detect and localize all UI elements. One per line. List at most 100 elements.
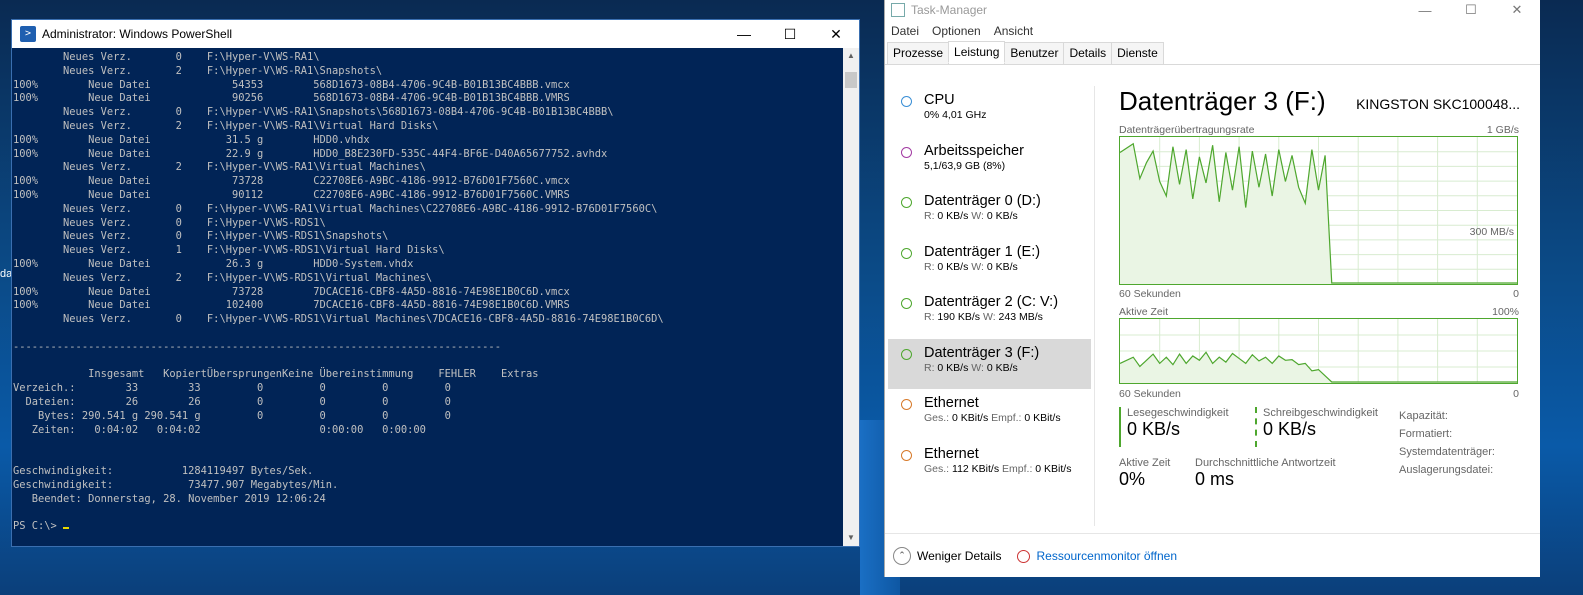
maximize-button[interactable]: ☐	[767, 20, 813, 48]
tab-details[interactable]: Details	[1063, 42, 1113, 64]
prop-capacity: Kapazität:	[1399, 410, 1448, 422]
powershell-titlebar[interactable]: > Administrator: Windows PowerShell — ☐ …	[12, 20, 859, 48]
console-line: Neues Verz. 2 F:\Hyper-V\WS-RA1\Virtual …	[13, 161, 426, 174]
sidebar-item-detail: 0% 4,01 GHz	[924, 109, 987, 121]
graph1-header: Datenträgerübertragungsrate 1 GB/s	[1119, 124, 1519, 136]
powershell-window[interactable]: > Administrator: Windows PowerShell — ☐ …	[11, 19, 860, 547]
active-time-block: Aktive Zeit 0%	[1119, 457, 1170, 490]
console-line: Beendet: Donnerstag, 28. November 2019 1…	[13, 492, 326, 505]
resource-monitor-icon[interactable]	[1017, 549, 1031, 563]
sidebar-item-datentr-ger-3-f[interactable]: Datenträger 3 (F:) R: 0 KB/s W: 0 KB/s	[888, 338, 1091, 389]
console-output[interactable]: Neues Verz. 0 F:\Hyper-V\WS-RA1\ Neues V…	[12, 48, 844, 546]
task-manager-icon	[891, 3, 905, 17]
response-time-block: Durchschnittliche Antwortzeit 0 ms	[1195, 457, 1336, 490]
response-time-value: 0 ms	[1195, 469, 1235, 489]
sidebar-item-datentr-ger-1-e[interactable]: Datenträger 1 (E:) R: 0 KB/s W: 0 KB/s	[888, 238, 1091, 289]
less-details-link[interactable]: Weniger Details	[917, 549, 1001, 563]
disk-properties: Kapazität: Formatiert: Systemdatenträger…	[1399, 407, 1495, 479]
console-text: Neues Verz. 0 F:\Hyper-V\WS-RA1\ Neues V…	[12, 48, 844, 537]
graph2-label: Aktive Zeit	[1119, 306, 1169, 318]
console-line: 100% Neue Datei 54353 568D1673-08B4-4706…	[13, 78, 570, 91]
tm-close-button[interactable]: ✕	[1494, 2, 1540, 17]
powershell-icon: >	[20, 26, 36, 42]
console-line: 100% Neue Datei 102400 7DCACE16-CBF8-4A5…	[13, 299, 570, 312]
tm-maximize-button[interactable]: ☐	[1448, 2, 1494, 17]
console-line: Bytes: 290.541 g 290.541 g 0 0 0 0	[13, 409, 451, 422]
console-line: Neues Verz. 2 F:\Hyper-V\WS-RA1\Virtual …	[13, 119, 439, 132]
sidebar-item-detail: R: 0 KB/s W: 0 KB/s	[924, 361, 1018, 374]
console-scrollbar[interactable]: ▲ ▼	[843, 48, 859, 546]
response-time-label: Durchschnittliche Antwortzeit	[1195, 457, 1336, 469]
menu-datei[interactable]: Datei	[891, 24, 919, 38]
chevron-up-icon[interactable]: ⌃	[893, 547, 911, 565]
disk-stats: Lesegeschwindigkeit 0 KB/s Schreibgeschw…	[1119, 407, 1519, 517]
graph2-x-right: 0	[1513, 388, 1519, 400]
read-speed-value: 0 KB/s	[1127, 419, 1181, 439]
write-speed-label: Schreibgeschwindigkeit	[1263, 407, 1378, 419]
status-ring-icon	[901, 449, 912, 461]
close-button[interactable]: ✕	[813, 20, 859, 48]
sidebar-item-label: Datenträger 0 (D:)	[924, 193, 1041, 209]
console-line: Neues Verz. 0 F:\Hyper-V\WS-RDS1\Virtual…	[13, 313, 664, 326]
status-ring-icon	[901, 298, 912, 309]
menu-ansicht[interactable]: Ansicht	[994, 24, 1033, 38]
text-cursor	[63, 527, 70, 530]
console-line: 100% Neue Datei 22.9 g HDD0_B8E230FD-535…	[13, 147, 608, 160]
write-speed-value: 0 KB/s	[1263, 419, 1317, 439]
task-manager-titlebar[interactable]: Task-Manager — ☐ ✕	[885, 0, 1540, 20]
menu-optionen[interactable]: Optionen	[932, 24, 981, 38]
read-speed-label: Lesegeschwindigkeit	[1127, 407, 1229, 419]
graph1-mid-label: 300 MB/s	[1469, 226, 1514, 238]
console-line: Dateien: 26 26 0 0 0 0	[13, 395, 451, 408]
active-time-graph	[1119, 318, 1518, 384]
powershell-title: Administrator: Windows PowerShell	[42, 27, 233, 41]
tab-prozesse[interactable]: Prozesse	[887, 42, 950, 64]
scrollbar-thumb[interactable]	[845, 72, 857, 88]
sidebar-item-cpu[interactable]: CPU 0% 4,01 GHz	[888, 86, 1091, 137]
console-line: 100% Neue Datei 31.5 g HDD0.vhdx	[13, 133, 370, 146]
task-manager-title: Task-Manager	[911, 3, 988, 17]
status-ring-icon	[901, 348, 912, 360]
graph1-max: 1 GB/s	[1486, 124, 1519, 136]
console-line: 100% Neue Datei 73728 C22708E6-A9BC-4186…	[13, 175, 570, 188]
performance-panel: CPU 0% 4,01 GHz Arbeitsspeicher 5,1/63,9 GB…	[885, 86, 1540, 531]
console-line: Geschwindigkeit: 73477.907 Megabytes/Min…	[13, 478, 339, 491]
sidebar-item-datentr-ger-0-d[interactable]: Datenträger 0 (D:) R: 0 KB/s W: 0 KB/s	[888, 187, 1091, 238]
sidebar-item-datentr-ger-2-c-v[interactable]: Datenträger 2 (C: V:) R: 190 KB/s W: 243 …	[888, 288, 1091, 339]
console-line: Insgesamt KopiertÜbersprungenKeine Übere…	[13, 368, 539, 381]
prop-system-disk: Systemdatenträger:	[1399, 446, 1495, 458]
tm-minimize-button[interactable]: —	[1402, 3, 1448, 18]
transfer-rate-chart	[1120, 137, 1517, 284]
console-line: 100% Neue Datei 90112 C22708E6-A9BC-4186…	[13, 188, 570, 201]
tab-dienste[interactable]: Dienste	[1111, 42, 1164, 64]
console-line: 100% Neue Datei 73728 7DCACE16-CBF8-4A5D…	[13, 285, 570, 298]
sidebar-item-detail: R: 0 KB/s W: 0 KB/s	[924, 210, 1018, 222]
scroll-down-icon[interactable]: ▼	[843, 530, 859, 546]
graph2-header: Aktive Zeit 100%	[1119, 306, 1519, 318]
task-manager-window[interactable]: Task-Manager — ☐ ✕ Datei Optionen Ansich…	[884, 0, 1540, 577]
console-line: Neues Verz. 0 F:\Hyper-V\WS-RA1\Virtual …	[13, 202, 658, 215]
sidebar-item-detail: R: 0 KB/s W: 0 KB/s	[924, 260, 1018, 273]
console-line: Geschwindigkeit: 1284119497 Bytes/Sek.	[13, 464, 314, 477]
console-line: Zeiten: 0:04:02 0:04:02 0:00:00 0:00:00	[13, 423, 426, 436]
sidebar-item-detail: R: 190 KB/s W: 243 MB/s	[924, 311, 1043, 323]
resource-monitor-link[interactable]: Ressourcenmonitor öffnen	[1036, 549, 1177, 563]
resource-sidebar: CPU 0% 4,01 GHz Arbeitsspeicher 5,1/63,9 GB…	[888, 86, 1091, 490]
scroll-up-icon[interactable]: ▲	[843, 48, 859, 64]
tab-benutzer[interactable]: Benutzer	[1004, 42, 1065, 64]
sidebar-item-arbeitsspeicher[interactable]: Arbeitsspeicher 5,1/63,9 GB (8%)	[888, 137, 1091, 188]
status-ring-icon	[901, 197, 912, 208]
prop-pagefile: Auslagerungsdatei:	[1399, 464, 1494, 476]
tab-leistung[interactable]: Leistung	[948, 41, 1006, 63]
minimize-button[interactable]: —	[721, 20, 767, 48]
sidebar-item-label: Ethernet	[924, 445, 979, 462]
menu-bar: Datei Optionen Ansicht	[885, 20, 1540, 42]
console-line: 100% Neue Datei 90256 568D1673-08B4-4706…	[13, 92, 570, 105]
graph2-axis: 60 Sekunden 0	[1119, 388, 1519, 400]
graph2-x-left: 60 Sekunden	[1119, 388, 1181, 400]
sidebar-item-detail: Ges.: 0 KBit/s Empf.: 0 KBit/s	[924, 412, 1061, 424]
sidebar-item-ethernet[interactable]: Ethernet Ges.: 0 KBit/s Empf.: 0 KBit/s	[888, 389, 1091, 440]
tab-bar: Prozesse Leistung Benutzer Details Diens…	[885, 41, 1540, 65]
task-manager-footer: ⌃ Weniger Details Ressourcenmonitor öffn…	[885, 533, 1540, 578]
sidebar-item-ethernet[interactable]: Ethernet Ges.: 112 KBit/s Empf.: 0 KBit/s	[888, 440, 1091, 491]
